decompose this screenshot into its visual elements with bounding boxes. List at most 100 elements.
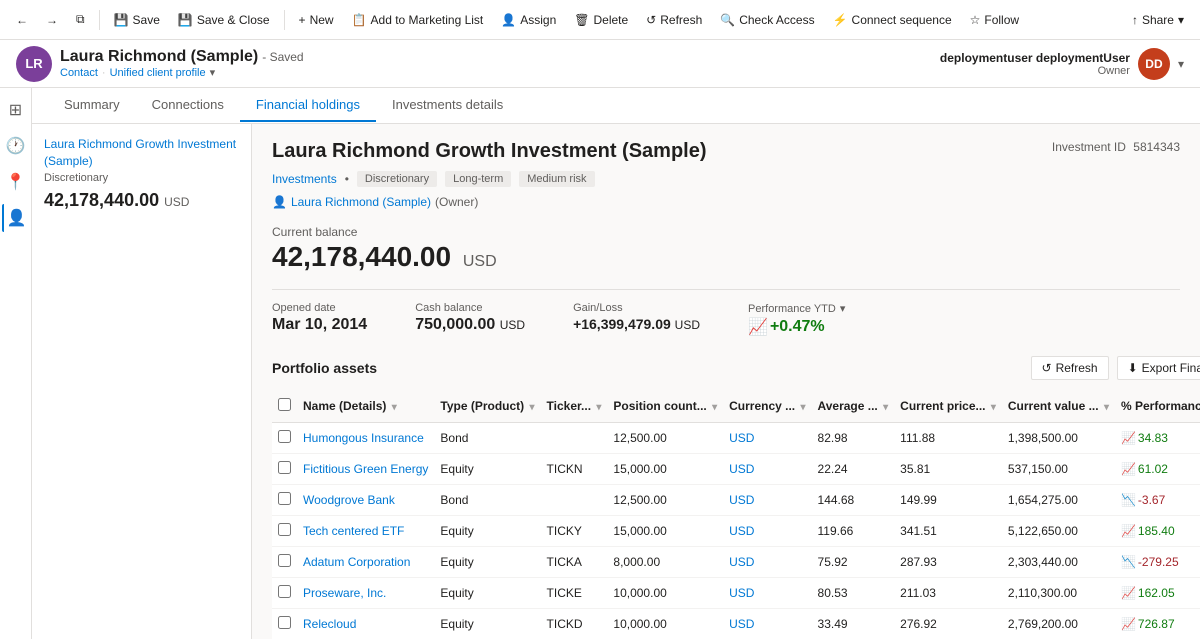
- tab-investments-details[interactable]: Investments details: [376, 89, 519, 122]
- row-position: 8,000.00: [607, 547, 723, 578]
- tab-summary[interactable]: Summary: [48, 89, 136, 122]
- tag-discretionary: Discretionary: [357, 171, 437, 187]
- table-row[interactable]: Woodgrove Bank Bond 12,500.00 USD 144.68…: [272, 485, 1200, 516]
- row-ticker: TICKD: [541, 609, 608, 639]
- row-currency[interactable]: USD: [723, 485, 811, 516]
- divider-2: [284, 10, 285, 30]
- col-average-sort-icon: ▾: [883, 402, 888, 413]
- col-type-sort-icon: ▾: [530, 402, 535, 413]
- forward-button[interactable]: →: [38, 9, 66, 31]
- table-row[interactable]: Tech centered ETF Equity TICKY 15,000.00…: [272, 516, 1200, 547]
- person-icon: 👤: [272, 195, 287, 209]
- user-chevron-icon[interactable]: ▾: [1178, 57, 1184, 71]
- assets-refresh-button[interactable]: ↺ Refresh: [1031, 356, 1109, 380]
- follow-icon: ☆: [970, 13, 981, 27]
- col-currency[interactable]: Currency ... ▾: [723, 390, 811, 423]
- save-button[interactable]: 💾 Save: [106, 9, 168, 31]
- row-checkbox[interactable]: [272, 609, 297, 639]
- row-currency[interactable]: USD: [723, 454, 811, 485]
- investment-id-section: Investment ID 5814343: [1052, 140, 1180, 154]
- row-currency[interactable]: USD: [723, 609, 811, 639]
- row-checkbox[interactable]: [272, 578, 297, 609]
- window-button[interactable]: ⧉: [68, 8, 93, 31]
- left-panel: Laura Richmond Growth Investment (Sample…: [32, 124, 252, 639]
- new-button[interactable]: + New: [291, 9, 342, 31]
- table-row[interactable]: Adatum Corporation Equity TICKA 8,000.00…: [272, 547, 1200, 578]
- row-ticker: [541, 485, 608, 516]
- table-row[interactable]: Relecloud Equity TICKD 10,000.00 USD 33.…: [272, 609, 1200, 639]
- row-ticker: TICKY: [541, 516, 608, 547]
- owner-link[interactable]: Laura Richmond (Sample): [291, 195, 431, 209]
- tab-connections[interactable]: Connections: [136, 89, 240, 122]
- user-name: deploymentuser deploymentUser: [940, 51, 1130, 65]
- col-current-price[interactable]: Current price... ▾: [894, 390, 1002, 423]
- row-current-value: 5,122,650.00: [1002, 516, 1115, 547]
- assets-export-button[interactable]: ⬇ Export Financial holdi...: [1117, 356, 1200, 380]
- stat-cash: Cash balance 750,000.00 USD: [415, 302, 525, 337]
- col-performance[interactable]: % Performance... ▾: [1115, 390, 1200, 423]
- col-position-sort-icon: ▾: [712, 402, 717, 413]
- stat-cash-value: 750,000.00 USD: [415, 316, 525, 334]
- col-position[interactable]: Position count... ▾: [607, 390, 723, 423]
- contact-meta: Contact · Unified client profile ▾: [60, 66, 932, 79]
- row-currency[interactable]: USD: [723, 423, 811, 454]
- share-button[interactable]: ↑ Share ▾: [1124, 9, 1192, 31]
- profile-chevron-icon[interactable]: ▾: [210, 66, 216, 79]
- portfolio-layout: Portfolio assets ↺ Refresh ⬇ Export Fina…: [272, 353, 1180, 639]
- row-name: Fictitious Green Energy: [297, 454, 434, 485]
- check-access-button[interactable]: 🔍 Check Access: [712, 9, 822, 31]
- row-average: 22.24: [812, 454, 895, 485]
- row-checkbox[interactable]: [272, 485, 297, 516]
- select-all-checkbox[interactable]: [278, 398, 291, 411]
- col-type[interactable]: Type (Product) ▾: [434, 390, 540, 423]
- row-checkbox[interactable]: [272, 516, 297, 547]
- table-row[interactable]: Humongous Insurance Bond 12,500.00 USD 8…: [272, 423, 1200, 454]
- delete-button[interactable]: 🗑 Delete: [566, 9, 636, 31]
- assets-title: Portfolio assets: [272, 360, 377, 376]
- row-average: 80.53: [812, 578, 895, 609]
- row-ticker: TICKA: [541, 547, 608, 578]
- investment-list-item[interactable]: Laura Richmond Growth Investment (Sample…: [44, 136, 239, 211]
- connect-icon: ⚡: [833, 13, 848, 27]
- follow-button[interactable]: ☆ Follow: [962, 9, 1027, 31]
- table-row[interactable]: Proseware, Inc. Equity TICKE 10,000.00 U…: [272, 578, 1200, 609]
- row-currency[interactable]: USD: [723, 547, 811, 578]
- row-checkbox[interactable]: [272, 454, 297, 485]
- row-name: Relecloud: [297, 609, 434, 639]
- navbar: LR Laura Richmond (Sample) - Saved Conta…: [0, 40, 1200, 88]
- share-chevron-icon: ▾: [1178, 13, 1184, 27]
- row-position: 12,500.00: [607, 423, 723, 454]
- col-name[interactable]: Name (Details) ▾: [297, 390, 434, 423]
- row-position: 10,000.00: [607, 609, 723, 639]
- assign-button[interactable]: 👤 Assign: [493, 9, 564, 31]
- connect-sequence-button[interactable]: ⚡ Connect sequence: [825, 9, 960, 31]
- col-currency-sort-icon: ▾: [800, 402, 805, 413]
- row-type: Equity: [434, 578, 540, 609]
- unified-profile-link[interactable]: Unified client profile: [110, 67, 206, 79]
- col-current-value[interactable]: Current value ... ▾: [1002, 390, 1115, 423]
- user-avatar[interactable]: DD: [1138, 48, 1170, 80]
- perf-dropdown-icon[interactable]: ▾: [840, 302, 846, 315]
- contact-type-link[interactable]: Contact: [60, 67, 98, 79]
- table-row[interactable]: Fictitious Green Energy Equity TICKN 15,…: [272, 454, 1200, 485]
- col-average[interactable]: Average ... ▾: [812, 390, 895, 423]
- row-type: Bond: [434, 423, 540, 454]
- row-currency[interactable]: USD: [723, 578, 811, 609]
- col-price-sort-icon: ▾: [991, 402, 996, 413]
- row-type: Equity: [434, 609, 540, 639]
- back-button[interactable]: ←: [8, 9, 36, 31]
- row-checkbox[interactable]: [272, 423, 297, 454]
- tab-financial-holdings[interactable]: Financial holdings: [240, 89, 376, 122]
- row-currency[interactable]: USD: [723, 516, 811, 547]
- row-checkbox[interactable]: [272, 547, 297, 578]
- stat-opened-value: Mar 10, 2014: [272, 316, 367, 334]
- col-checkbox[interactable]: [272, 390, 297, 423]
- toolbar: ← → ⧉ 💾 Save 💾 Save & Close + New 📋 Add …: [0, 0, 1200, 40]
- user-badge: deploymentuser deploymentUser Owner DD ▾: [940, 48, 1184, 80]
- divider-1: [99, 10, 100, 30]
- add-marketing-button[interactable]: 📋 Add to Marketing List: [344, 9, 492, 31]
- col-ticker[interactable]: Ticker... ▾: [541, 390, 608, 423]
- refresh-button[interactable]: ↺ Refresh: [638, 9, 710, 31]
- save-close-button[interactable]: 💾 Save & Close: [170, 9, 278, 31]
- stats-row: Opened date Mar 10, 2014 Cash balance 75…: [272, 289, 1180, 337]
